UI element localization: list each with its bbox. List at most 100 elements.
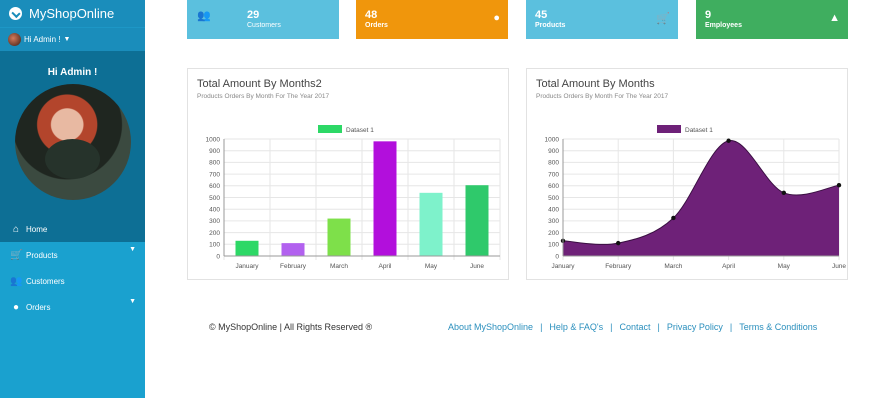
y-tick-label: 100 xyxy=(548,242,559,249)
y-tick-label: 700 xyxy=(548,171,559,178)
stat-label: Employees xyxy=(705,22,742,29)
sidebar-item-products[interactable]: 🛒 Products ▼ xyxy=(0,242,145,268)
user-menu[interactable]: Hi Admin ! ▼ xyxy=(0,27,145,51)
sidebar-item-label: Customers xyxy=(26,276,65,286)
stat-card-orders[interactable]: 48 Orders ● xyxy=(356,0,508,39)
chart-panel-area: Total Amount By Months Products Orders B… xyxy=(526,68,848,280)
sidebar: MyShopOnline Hi Admin ! ▼ Hi Admin ! ⌂ H… xyxy=(0,0,145,398)
legend-swatch xyxy=(657,125,681,133)
x-tick-label: January xyxy=(235,263,259,270)
y-tick-label: 0 xyxy=(555,253,559,260)
x-tick-label: May xyxy=(425,263,438,270)
profile-panel: Hi Admin ! xyxy=(0,51,145,216)
bar xyxy=(235,240,259,256)
y-tick-label: 500 xyxy=(548,195,559,202)
chevron-down-icon: ▼ xyxy=(129,298,136,305)
data-point xyxy=(616,240,621,246)
cart-icon: 🛒 xyxy=(10,249,23,261)
sidebar-item-label: Home xyxy=(26,224,48,234)
cart-icon: 🛒 xyxy=(656,13,670,25)
sidebar-item-label: Orders xyxy=(26,302,51,312)
footer-link-help[interactable]: Help & FAQ's xyxy=(549,322,603,332)
home-icon: ⌂ xyxy=(12,223,20,235)
bar xyxy=(373,141,397,256)
bar xyxy=(327,218,351,256)
x-tick-label: February xyxy=(605,263,632,270)
y-tick-label: 200 xyxy=(209,230,220,237)
footer-copyright: © MyShopOnline | All Rights Reserved ® xyxy=(209,322,373,332)
y-tick-label: 1000 xyxy=(545,136,560,143)
dollar-icon: ● xyxy=(493,12,500,24)
y-tick-label: 300 xyxy=(548,218,559,225)
legend-swatch xyxy=(318,125,342,133)
profile-greeting: Hi Admin ! xyxy=(47,67,98,78)
sidebar-item-customers[interactable]: 👥 Customers xyxy=(0,268,145,294)
x-tick-label: January xyxy=(551,263,575,270)
y-tick-label: 600 xyxy=(548,183,559,190)
x-tick-label: April xyxy=(722,263,736,270)
sidebar-nav: ⌂ Home 🛒 Products ▼ 👥 Customers ● Orders… xyxy=(0,216,145,320)
stat-value: 9 xyxy=(705,9,712,21)
footer-link-contact[interactable]: Contact xyxy=(620,322,651,332)
y-tick-label: 300 xyxy=(209,218,220,225)
bar xyxy=(419,192,443,256)
x-tick-label: February xyxy=(280,263,307,270)
bar xyxy=(281,243,305,256)
footer-links: About MyShopOnline | Help & FAQ's | Contact |… xyxy=(448,322,818,332)
y-tick-label: 0 xyxy=(216,253,220,260)
footer-link-privacy[interactable]: Privacy Policy xyxy=(667,322,723,332)
dollar-icon: ● xyxy=(12,301,20,313)
y-tick-label: 700 xyxy=(209,171,220,178)
y-tick-label: 600 xyxy=(209,183,220,190)
y-tick-label: 1000 xyxy=(206,136,221,143)
stat-card-employees[interactable]: 9 Employees ▲ xyxy=(696,0,848,39)
user-avatar xyxy=(8,33,21,46)
legend-label: Dataset 1 xyxy=(346,127,374,134)
dashboard-page: MyShopOnline Hi Admin ! ▼ Hi Admin ! ⌂ H… xyxy=(0,0,890,409)
area-fill xyxy=(563,140,839,256)
area-chart: Dataset 1 0 100 200 300 400 500 600 700 800 900 100… xyxy=(545,125,846,270)
stat-value: 48 xyxy=(365,9,378,21)
x-tick-label: May xyxy=(778,263,791,270)
data-point xyxy=(671,215,676,221)
brand-header[interactable]: MyShopOnline xyxy=(0,0,145,27)
y-tick-label: 400 xyxy=(209,207,220,214)
data-point xyxy=(726,138,731,143)
stat-label: Orders xyxy=(365,22,388,29)
chevron-down-icon: ▼ xyxy=(129,246,136,253)
bar-chart: Dataset 1 0 100 200 300 400 500 600 700 800 900 100… xyxy=(206,125,501,270)
chart-panel-bar: Total Amount By Months2 Products Orders … xyxy=(187,68,509,280)
y-tick-label: 900 xyxy=(209,148,220,155)
y-tick-label: 100 xyxy=(209,242,220,249)
y-tick-label: 400 xyxy=(548,207,559,214)
data-point xyxy=(836,183,842,188)
stat-value: 45 xyxy=(535,9,548,21)
y-tick-label: 900 xyxy=(548,148,559,155)
stat-card-products[interactable]: 45 Products 🛒 xyxy=(526,0,678,39)
employee-icon: ▲ xyxy=(829,12,840,24)
users-icon: 👥 xyxy=(10,275,23,287)
y-tick-label: 800 xyxy=(548,160,559,167)
stat-label: Customers xyxy=(247,22,281,29)
users-icon: 👥 xyxy=(197,10,211,22)
bar xyxy=(465,185,489,256)
x-tick-label: March xyxy=(664,263,682,270)
stat-label: Products xyxy=(535,22,566,29)
data-point xyxy=(781,190,786,196)
sidebar-item-label: Products xyxy=(26,250,58,260)
profile-avatar xyxy=(14,84,131,200)
sidebar-item-orders[interactable]: ● Orders ▼ xyxy=(0,294,145,320)
y-tick-label: 800 xyxy=(209,160,220,167)
footer-link-terms[interactable]: Terms & Conditions xyxy=(739,322,817,332)
caret-down-icon: ▼ xyxy=(63,36,71,43)
brand-logo-icon xyxy=(9,7,22,20)
y-tick-label: 200 xyxy=(548,230,559,237)
stat-card-customers[interactable]: 👥 29 Customers xyxy=(187,0,339,39)
brand-title: MyShopOnline xyxy=(29,6,115,21)
sidebar-item-home[interactable]: ⌂ Home xyxy=(0,216,145,242)
legend-label: Dataset 1 xyxy=(685,127,713,134)
x-tick-label: March xyxy=(330,263,348,270)
footer-link-about[interactable]: About MyShopOnline xyxy=(448,322,533,332)
x-tick-label: June xyxy=(470,263,484,270)
x-tick-label: June xyxy=(832,263,846,270)
